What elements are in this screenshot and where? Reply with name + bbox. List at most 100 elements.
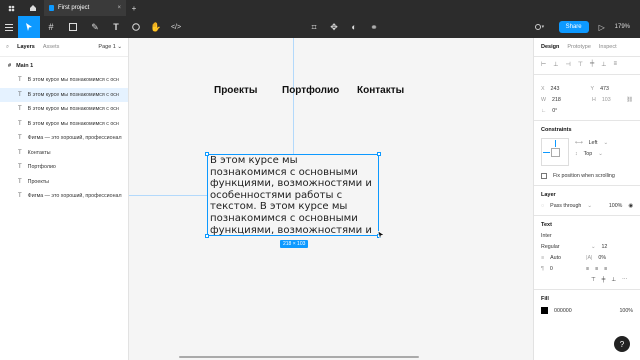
tab-design[interactable]: Design	[541, 44, 559, 50]
layer-item[interactable]: T Фигма — это хороший, профессионал	[0, 131, 128, 146]
align-bottom-icon[interactable]: ⊥	[601, 61, 606, 68]
layer-label: Фигма — это хороший, профессионал	[27, 135, 122, 142]
fill-hex-field[interactable]: 000000	[554, 308, 572, 314]
resize-handle-top-left[interactable]	[205, 152, 209, 156]
frame-icon: #	[8, 63, 12, 69]
constrain-proportions-icon[interactable]: ⛓	[626, 97, 633, 103]
line-height-field[interactable]: Auto	[550, 255, 580, 261]
visibility-eye-icon[interactable]: ◉	[628, 203, 633, 209]
nav-item-projects[interactable]: Проекты	[214, 85, 257, 96]
frame-layer-main-1[interactable]: # Main 1	[0, 59, 128, 73]
present-icon[interactable]: ▷	[595, 23, 609, 32]
text-title: Text	[541, 222, 552, 228]
text-align-top-icon[interactable]: ⊤	[591, 277, 596, 283]
layer-item[interactable]: T Контакты	[0, 146, 128, 161]
comment-tool-icon[interactable]	[126, 16, 146, 38]
text-tool-icon[interactable]: T	[106, 16, 126, 38]
text-layer-icon: T	[18, 120, 22, 127]
tab-prototype[interactable]: Prototype	[567, 44, 591, 50]
resize-handle-top-right[interactable]	[377, 152, 381, 156]
help-button[interactable]: ?	[614, 336, 630, 352]
text-align-left-icon[interactable]: ≡	[586, 266, 589, 272]
fill-swatch[interactable]	[541, 307, 548, 314]
home-icon[interactable]	[22, 0, 44, 16]
distribute-icon[interactable]: ≡	[613, 61, 617, 68]
layer-section: Layer ◌ Pass through ⌄ 100% ◉	[534, 185, 640, 215]
text-layer-icon: T	[18, 178, 22, 185]
plugins-icon[interactable]: ✥	[324, 16, 344, 38]
contrast-icon[interactable]: ◐	[344, 16, 364, 38]
frame-tool-icon[interactable]: #	[40, 16, 62, 38]
h-field[interactable]: 103	[602, 97, 611, 103]
layer-item[interactable]: T В этом курсе мы познакомимся с осн	[0, 117, 128, 132]
chevron-down-icon: ⌄	[591, 244, 596, 250]
canvas[interactable]: Проекты Портфолио Контакты В этом курсе …	[129, 38, 533, 360]
layer-item[interactable]: T Проекты	[0, 175, 128, 190]
x-field[interactable]: 243	[551, 86, 585, 92]
vertical-constraint-icon: ↕	[575, 151, 578, 157]
pen-tool-icon[interactable]: ✎	[84, 16, 106, 38]
paragraph-spacing-field[interactable]: 0	[550, 266, 580, 272]
text-align-bottom-icon[interactable]: ⊥	[611, 277, 616, 283]
font-size-field[interactable]: 12	[601, 244, 607, 250]
font-family-select[interactable]: Inter	[541, 233, 552, 239]
align-center-h-icon[interactable]: ⊥	[553, 61, 558, 68]
text-align-right-icon[interactable]: ≡	[604, 266, 607, 272]
text-align-center-icon[interactable]: ≡	[595, 266, 598, 272]
text-align-middle-icon[interactable]: ╪	[602, 277, 606, 283]
layer-item[interactable]: T Фигма — это хороший, профессионал	[0, 189, 128, 204]
file-icon	[49, 5, 54, 11]
alignment-guide-vertical	[293, 38, 294, 154]
tab-layers[interactable]: Layers	[17, 44, 35, 50]
more-text-options-icon[interactable]: ⋯	[622, 277, 627, 283]
layers-panel: ⌕ Layers Assets Page 1 ⌄ # Main 1 T В это…	[0, 38, 129, 360]
resize-handle-bottom-left[interactable]	[205, 234, 209, 238]
layer-label: В этом курсе мы познакомимся с осн	[27, 77, 119, 84]
horizontal-scrollbar[interactable]	[179, 356, 419, 358]
fix-position-checkbox[interactable]	[541, 173, 547, 179]
font-weight-select[interactable]: Regular	[541, 244, 585, 250]
collaborators-icon[interactable]: ▾	[534, 22, 553, 32]
share-button[interactable]: Share	[558, 21, 589, 33]
zoom-level[interactable]: 179%	[615, 24, 630, 30]
tab-assets[interactable]: Assets	[43, 44, 60, 50]
layer-item[interactable]: T В этом курсе мы познакомимся с осн	[0, 87, 128, 102]
new-tab-button[interactable]: +	[126, 0, 142, 16]
move-tool-icon[interactable]	[18, 16, 40, 38]
rotation-field[interactable]: 0°	[552, 108, 557, 114]
nav-item-contacts[interactable]: Контакты	[357, 85, 404, 96]
nav-item-portfolio[interactable]: Портфолио	[282, 85, 339, 96]
y-field[interactable]: 473	[600, 86, 609, 92]
figma-menu-icon[interactable]	[0, 0, 22, 16]
layer-opacity[interactable]: 100%	[609, 203, 623, 209]
horizontal-constraint[interactable]: Left	[589, 140, 598, 146]
shape-tool-icon[interactable]	[62, 16, 84, 38]
component-icon[interactable]: ⌗	[304, 16, 324, 38]
hand-tool-icon[interactable]: ✋	[146, 16, 166, 38]
layer-item[interactable]: T В этом курсе мы познакомимся с осн	[0, 73, 128, 88]
vertical-constraint[interactable]: Top	[584, 151, 593, 157]
align-left-icon[interactable]: ⊢	[541, 61, 546, 68]
close-tab-icon[interactable]: ×	[117, 5, 121, 11]
align-top-icon[interactable]: ⊤	[578, 61, 583, 68]
selected-text-block[interactable]: В этом курсе мы познакомимся с основными…	[207, 154, 379, 236]
blend-mode-select[interactable]: Pass through	[550, 203, 581, 209]
page-selector[interactable]: Page 1 ⌄	[98, 44, 122, 50]
tab-inspect[interactable]: Inspect	[599, 44, 617, 50]
tab-first-project[interactable]: First project ×	[44, 0, 126, 16]
alignment-guide-horizontal	[129, 195, 207, 196]
layer-item[interactable]: T В этом курсе мы познакомимся с осн	[0, 102, 128, 117]
main-menu-icon[interactable]	[0, 16, 18, 38]
fill-opacity-field[interactable]: 100%	[619, 308, 633, 314]
cursor-icon	[377, 230, 385, 241]
toggle-panel-icon[interactable]: ⌕	[6, 44, 9, 51]
constraints-widget[interactable]	[541, 138, 569, 166]
w-field[interactable]: 218	[552, 97, 586, 103]
link-icon[interactable]: ⚭	[364, 16, 384, 38]
align-right-icon[interactable]: ⊣	[565, 61, 570, 68]
code-tool-icon[interactable]: </>	[166, 16, 186, 38]
paragraph-spacing-icon: ¶	[541, 266, 544, 272]
letter-spacing-field[interactable]: 0%	[598, 255, 606, 261]
align-middle-icon[interactable]: ╪	[590, 61, 594, 68]
layer-item[interactable]: T Портфолио	[0, 160, 128, 175]
